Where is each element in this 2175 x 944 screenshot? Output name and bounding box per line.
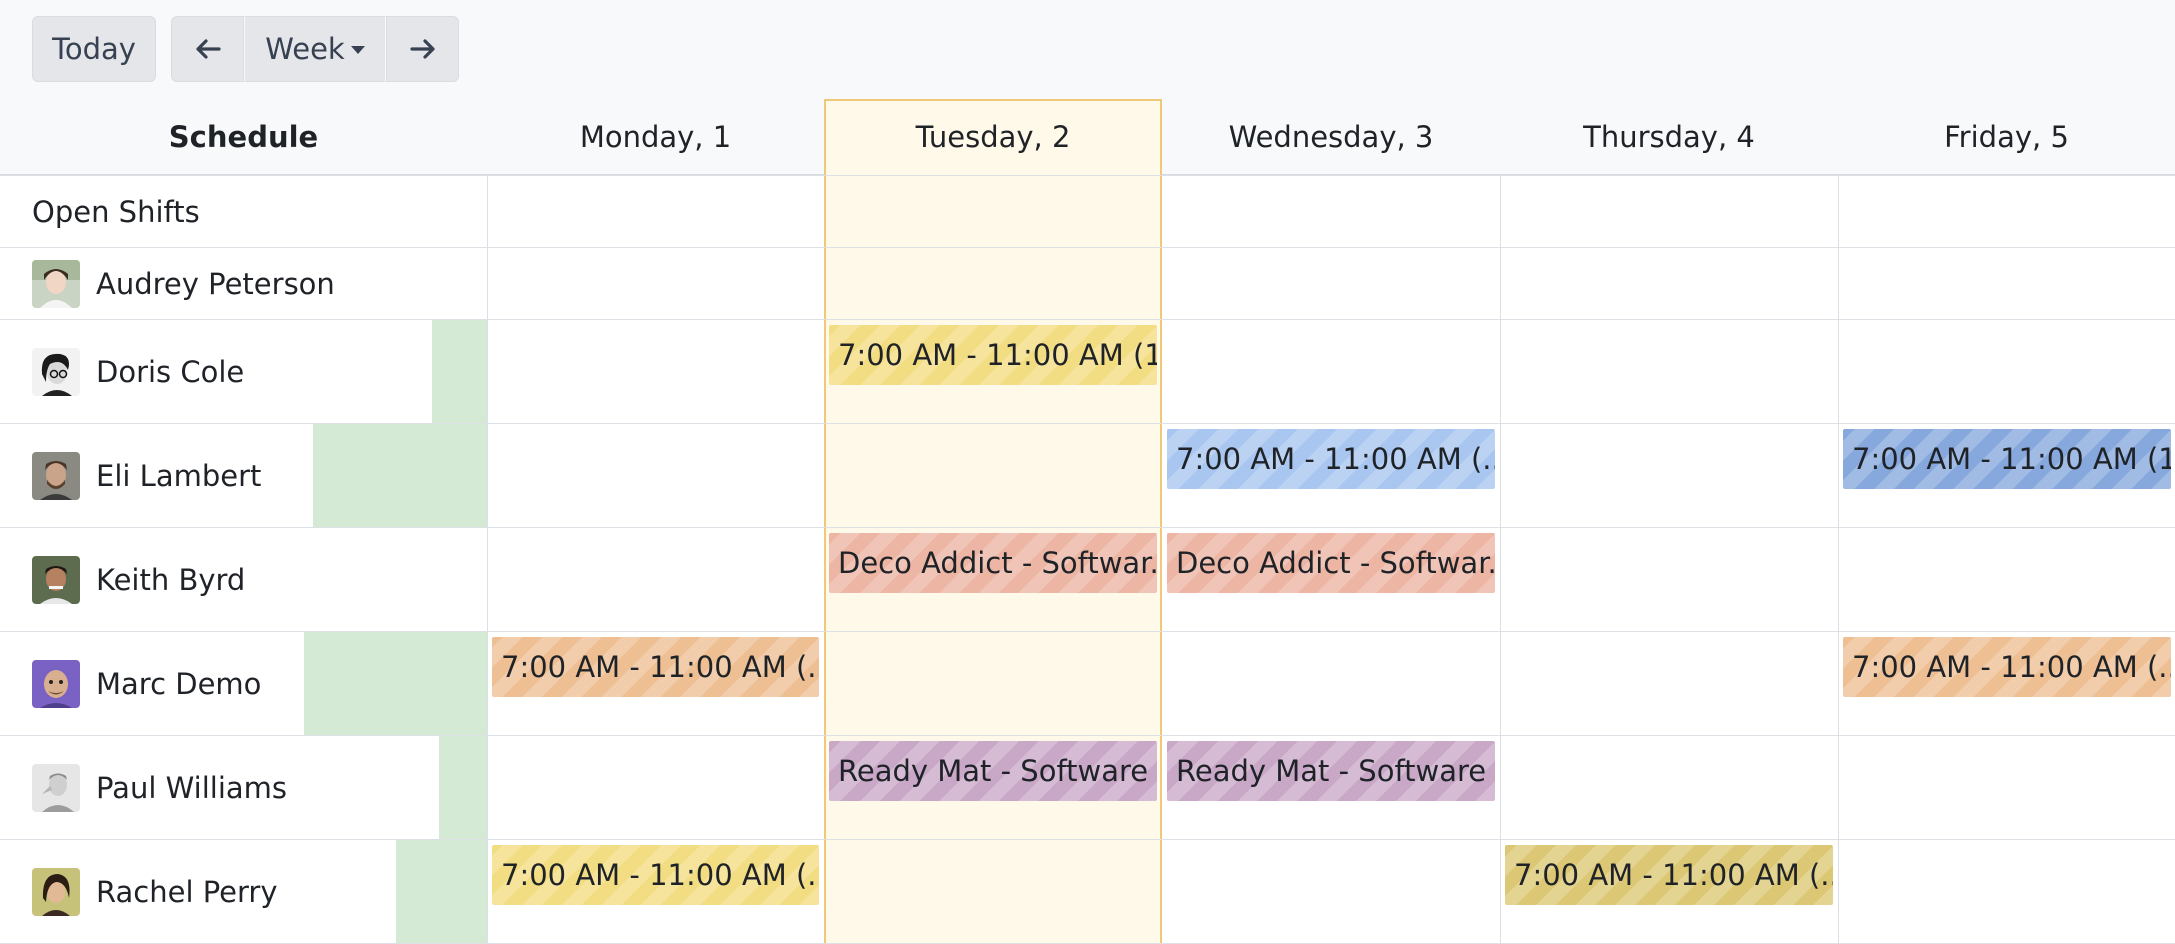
shift-eli-wednesday[interactable]: 7:00 AM - 11:00 AM (...	[1167, 429, 1495, 489]
column-divider	[1500, 175, 1501, 944]
avatar	[32, 659, 80, 708]
day-header-monday[interactable]: Monday, 1	[487, 99, 824, 175]
schedule-header: Schedule	[0, 99, 487, 175]
capacity-bar-rachel	[396, 840, 487, 943]
view-select-button[interactable]: Week	[244, 16, 386, 82]
row-label-text: Rachel Perry	[96, 874, 278, 909]
row-divider	[0, 839, 2175, 840]
arrow-left-icon	[195, 38, 221, 60]
shift-rachel-thursday[interactable]: 7:00 AM - 11:00 AM (...	[1505, 845, 1833, 905]
today-column-highlight	[824, 99, 1162, 944]
row-divider	[0, 319, 2175, 320]
capacity-bar-marc	[304, 632, 487, 735]
row-label-doris-cole[interactable]: Doris Cole	[32, 320, 244, 423]
shift-doris-tuesday[interactable]: 7:00 AM - 11:00 AM (1...	[829, 325, 1157, 385]
row-label-text: Eli Lambert	[96, 458, 262, 493]
capacity-bar-eli	[313, 424, 487, 527]
day-header-friday[interactable]: Friday, 5	[1838, 99, 2175, 175]
row-label-audrey-peterson[interactable]: Audrey Peterson	[32, 248, 335, 319]
avatar	[32, 259, 80, 308]
avatar	[32, 555, 80, 604]
avatar	[32, 347, 80, 396]
shift-marc-friday[interactable]: 7:00 AM - 11:00 AM (...	[1843, 637, 2171, 697]
row-label-open-shifts: Open Shifts	[32, 176, 200, 247]
row-label-text: Doris Cole	[96, 354, 245, 389]
shift-paul-wednesday[interactable]: Ready Mat - Software ...	[1167, 741, 1495, 801]
row-divider	[0, 735, 2175, 736]
row-label-text: Open Shifts	[32, 194, 200, 229]
capacity-bar-doris	[432, 320, 487, 423]
avatar	[32, 763, 80, 812]
row-divider	[0, 175, 2175, 176]
row-divider	[0, 527, 2175, 528]
avatar	[32, 867, 80, 916]
row-label-eli-lambert[interactable]: Eli Lambert	[32, 424, 261, 527]
arrow-right-icon	[409, 38, 436, 60]
row-label-text: Audrey Peterson	[96, 266, 335, 301]
day-header-wednesday[interactable]: Wednesday, 3	[1162, 99, 1500, 175]
row-label-rachel-perry[interactable]: Rachel Perry	[32, 840, 278, 943]
view-label: Week	[265, 32, 345, 66]
shift-paul-tuesday[interactable]: Ready Mat - Software ...	[829, 741, 1157, 801]
shift-rachel-monday[interactable]: 7:00 AM - 11:00 AM (...	[492, 845, 819, 905]
shift-marc-monday[interactable]: 7:00 AM - 11:00 AM (...	[492, 637, 819, 697]
row-label-text: Marc Demo	[96, 666, 262, 701]
column-divider	[1838, 175, 1839, 944]
row-label-keith-byrd[interactable]: Keith Byrd	[32, 528, 245, 631]
row-label-marc-demo[interactable]: Marc Demo	[32, 632, 261, 735]
previous-button[interactable]	[171, 16, 244, 82]
column-divider	[487, 175, 488, 944]
row-label-text: Keith Byrd	[96, 562, 246, 597]
row-label-text: Paul Williams	[96, 770, 288, 805]
today-button[interactable]: Today	[32, 16, 156, 82]
shift-keith-tuesday[interactable]: Deco Addict - Softwar...	[829, 533, 1157, 593]
schedule-grid: Schedule Monday, 1 Tuesday, 2 Wednesday,…	[0, 99, 2175, 944]
avatar	[32, 451, 80, 500]
next-button[interactable]	[386, 16, 459, 82]
day-header-tuesday[interactable]: Tuesday, 2	[824, 99, 1162, 175]
shift-eli-friday[interactable]: 7:00 AM - 11:00 AM (1...	[1843, 429, 2171, 489]
caret-down-icon	[350, 46, 365, 54]
row-label-paul-williams[interactable]: Paul Williams	[32, 736, 287, 839]
shift-keith-wednesday[interactable]: Deco Addict - Softwar...	[1167, 533, 1495, 593]
capacity-bar-paul	[439, 736, 487, 839]
day-header-thursday[interactable]: Thursday, 4	[1500, 99, 1838, 175]
